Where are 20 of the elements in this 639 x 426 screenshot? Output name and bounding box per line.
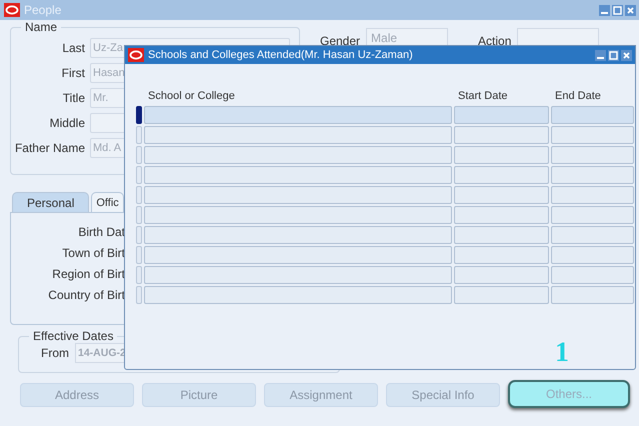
dialog-title: Schools and Colleges Attended(Mr. Hasan Uz-Zaman) (148, 49, 414, 61)
field-label: Country of Birt (47, 288, 125, 303)
field-label: Action (478, 33, 512, 48)
field-label: Gender (320, 33, 360, 48)
field-label: Region of Birt (51, 267, 125, 282)
field-label: Last (61, 41, 85, 55)
field-label: Middle (48, 116, 85, 130)
step-number: 1 (555, 337, 569, 368)
column-header: End Date (554, 89, 602, 103)
field-label: Father Name (14, 141, 85, 155)
field-label: First (60, 66, 85, 80)
window-title: People (24, 3, 62, 17)
column-header: School or College (147, 89, 236, 103)
field-label: Town of Birt (61, 246, 125, 261)
group-title: Name (24, 20, 58, 34)
column-header: Start Date (457, 89, 509, 103)
field-label: Birth Dat (77, 225, 125, 240)
field-label: From (41, 346, 69, 360)
group-title: Effective Dates (32, 329, 114, 343)
field-label: Title (62, 91, 85, 105)
